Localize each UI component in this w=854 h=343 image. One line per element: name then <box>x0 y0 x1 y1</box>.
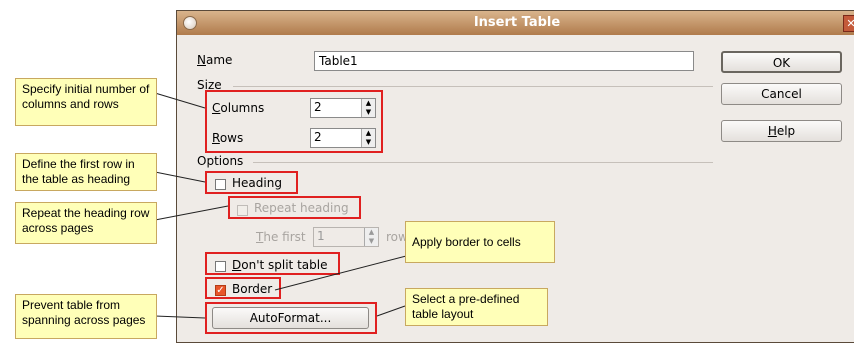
callout-autoformat: Select a pre-defined table layout <box>405 288 548 326</box>
callout-border: Apply border to cells <box>405 221 555 263</box>
callout-split: Prevent table from spanning across pages <box>15 294 157 339</box>
callout-columns-rows: Specify initial number of columns and ro… <box>15 78 157 126</box>
callout-heading: Define the first row in the table as hea… <box>15 153 157 191</box>
callout-repeat-heading: Repeat the heading row across pages <box>15 202 157 244</box>
